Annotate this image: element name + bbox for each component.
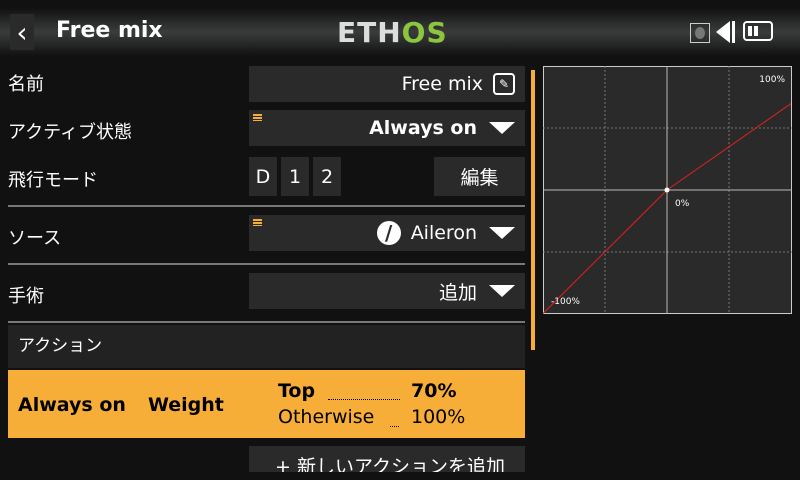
stick-icon: / xyxy=(376,221,401,245)
label-minus-100: -100% xyxy=(551,297,580,307)
edit-icon: ✎ xyxy=(493,73,515,95)
active-dropdown[interactable]: Always on xyxy=(249,110,525,146)
operation-label: 手術 xyxy=(8,286,44,307)
name-label: 名前 xyxy=(8,74,44,95)
source-dropdown[interactable]: / Aileron xyxy=(249,215,525,251)
top-label: Top xyxy=(278,380,316,402)
speaker-bar xyxy=(732,21,735,43)
menu-icon xyxy=(253,219,262,226)
flight-mode-1[interactable]: 1 xyxy=(281,157,309,196)
curve-graph: 100% 0% -100% xyxy=(543,66,792,314)
edit-button[interactable]: 編集 xyxy=(434,157,525,196)
dropdown-arrow-icon xyxy=(489,285,515,297)
name-field[interactable]: Free mix ✎ xyxy=(249,66,525,102)
otherwise-value: 100% xyxy=(411,406,466,428)
back-button[interactable]: ‹ xyxy=(10,14,34,50)
leader-dots xyxy=(390,425,399,427)
label-100: 100% xyxy=(759,75,785,85)
divider xyxy=(8,321,525,323)
dropdown-arrow-icon xyxy=(489,227,515,239)
source-label: ソース xyxy=(8,228,62,249)
record-icon xyxy=(690,23,710,43)
page-title: Free mix xyxy=(56,18,163,43)
action-item[interactable]: Always on Weight Top 70% Otherwise 100% xyxy=(8,370,525,438)
dropdown-arrow-icon xyxy=(489,122,515,134)
battery-icon xyxy=(743,21,773,41)
actions-header: アクション xyxy=(8,325,525,368)
ethos-logo: ETHOS xyxy=(337,16,448,49)
chevron-left-icon: ‹ xyxy=(16,15,28,49)
name-value: Free mix xyxy=(401,73,483,95)
flight-mode-2[interactable]: 2 xyxy=(313,157,341,196)
active-label: アクティブ状態 xyxy=(8,122,133,143)
operation-dropdown[interactable]: 追加 xyxy=(249,273,525,309)
source-value: Aileron xyxy=(410,222,477,244)
header-bar: ‹ Free mix ETHOS xyxy=(0,8,800,56)
otherwise-label: Otherwise xyxy=(278,406,375,428)
action-condition: Always on xyxy=(18,394,126,416)
flight-mode-label: 飛行モード xyxy=(8,170,98,191)
scrollbar[interactable] xyxy=(531,70,535,350)
divider xyxy=(8,263,525,265)
menu-icon xyxy=(253,114,262,121)
flight-mode-d[interactable]: D xyxy=(249,157,277,196)
divider xyxy=(8,205,525,207)
action-type: Weight xyxy=(148,394,224,416)
add-action-button[interactable]: + 新しいアクションを追加 xyxy=(249,446,525,472)
speaker-icon xyxy=(716,21,730,43)
operation-value: 追加 xyxy=(438,281,477,304)
top-value: 70% xyxy=(411,380,457,402)
active-value: Always on xyxy=(369,117,477,139)
label-0: 0% xyxy=(675,199,690,209)
center-point xyxy=(664,187,670,193)
leader-dots xyxy=(328,398,400,400)
